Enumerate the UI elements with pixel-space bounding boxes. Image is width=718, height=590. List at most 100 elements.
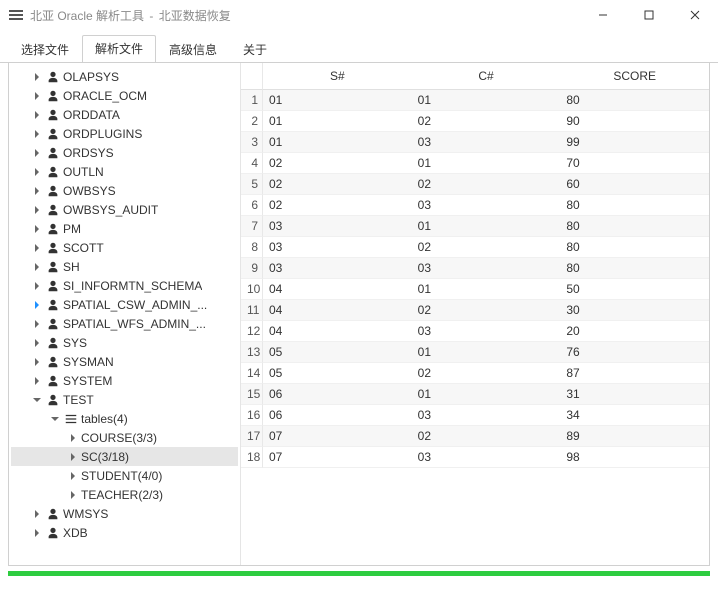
chevron-right-icon[interactable] (29, 110, 45, 120)
cell[interactable]: 03 (263, 216, 412, 237)
chevron-right-icon[interactable] (29, 72, 45, 82)
cell[interactable]: 02 (263, 195, 412, 216)
cell[interactable]: 01 (263, 132, 412, 153)
tree-item[interactable]: OUTLN (11, 162, 238, 181)
cell[interactable]: 03 (412, 132, 561, 153)
chevron-down-icon[interactable] (47, 414, 63, 424)
cell[interactable]: 02 (412, 174, 561, 195)
cell[interactable]: 04 (263, 300, 412, 321)
cell[interactable]: 01 (412, 384, 561, 405)
tree-item[interactable]: SYSTEM (11, 371, 238, 390)
cell[interactable]: 60 (560, 174, 709, 195)
cell[interactable]: 02 (263, 174, 412, 195)
cell[interactable]: 02 (412, 111, 561, 132)
minimize-button[interactable] (580, 0, 626, 30)
cell[interactable]: 76 (560, 342, 709, 363)
cell[interactable]: 02 (412, 300, 561, 321)
cell[interactable]: 07 (263, 426, 412, 447)
cell[interactable]: 01 (412, 153, 561, 174)
cell[interactable]: 01 (412, 279, 561, 300)
tree-item[interactable]: WMSYS (11, 504, 238, 523)
tree-item[interactable]: OLAPSYS (11, 67, 238, 86)
tree-item[interactable]: TEACHER(2/3) (11, 485, 238, 504)
chevron-right-icon[interactable] (29, 148, 45, 158)
tree-item[interactable]: ORDSYS (11, 143, 238, 162)
tree-item[interactable]: SCOTT (11, 238, 238, 257)
tree-item[interactable]: tables(4) (11, 409, 238, 428)
chevron-right-icon[interactable] (29, 300, 45, 310)
chevron-down-icon[interactable] (29, 395, 45, 405)
cell[interactable]: 80 (560, 195, 709, 216)
tree-item[interactable]: SC(3/18) (11, 447, 238, 466)
cell[interactable]: 02 (263, 153, 412, 174)
tree-item[interactable]: SPATIAL_WFS_ADMIN_... (11, 314, 238, 333)
tab-2[interactable]: 高级信息 (156, 36, 230, 63)
chevron-right-icon[interactable] (29, 281, 45, 291)
column-header[interactable]: S# (263, 63, 412, 90)
tree-item[interactable]: OWBSYS_AUDIT (11, 200, 238, 219)
tab-0[interactable]: 选择文件 (8, 36, 82, 63)
chevron-right-icon[interactable] (65, 433, 81, 443)
chevron-right-icon[interactable] (29, 224, 45, 234)
tree-item[interactable]: ORDDATA (11, 105, 238, 124)
cell[interactable]: 20 (560, 321, 709, 342)
cell[interactable]: 90 (560, 111, 709, 132)
cell[interactable]: 02 (412, 426, 561, 447)
tree-item[interactable]: TEST (11, 390, 238, 409)
cell[interactable]: 99 (560, 132, 709, 153)
cell[interactable]: 05 (263, 363, 412, 384)
cell[interactable]: 03 (263, 258, 412, 279)
tab-1[interactable]: 解析文件 (82, 35, 156, 63)
chevron-right-icon[interactable] (29, 338, 45, 348)
cell[interactable]: 30 (560, 300, 709, 321)
tree-item[interactable]: STUDENT(4/0) (11, 466, 238, 485)
cell[interactable]: 02 (412, 363, 561, 384)
column-header[interactable]: SCORE (560, 63, 709, 90)
tab-3[interactable]: 关于 (230, 36, 280, 63)
cell[interactable]: 03 (412, 405, 561, 426)
cell[interactable]: 04 (263, 279, 412, 300)
chevron-right-icon[interactable] (29, 528, 45, 538)
chevron-right-icon[interactable] (29, 376, 45, 386)
tree-item[interactable]: SPATIAL_CSW_ADMIN_... (11, 295, 238, 314)
chevron-right-icon[interactable] (29, 167, 45, 177)
tree-item[interactable]: PM (11, 219, 238, 238)
chevron-right-icon[interactable] (29, 129, 45, 139)
chevron-right-icon[interactable] (65, 452, 81, 462)
cell[interactable]: 34 (560, 405, 709, 426)
chevron-right-icon[interactable] (29, 319, 45, 329)
cell[interactable]: 31 (560, 384, 709, 405)
cell[interactable]: 50 (560, 279, 709, 300)
cell[interactable]: 04 (263, 321, 412, 342)
tree-item[interactable]: OWBSYS (11, 181, 238, 200)
cell[interactable]: 80 (560, 216, 709, 237)
tree-item[interactable]: ORDPLUGINS (11, 124, 238, 143)
cell[interactable]: 02 (412, 237, 561, 258)
cell[interactable]: 07 (263, 447, 412, 468)
chevron-right-icon[interactable] (29, 509, 45, 519)
chevron-right-icon[interactable] (29, 205, 45, 215)
cell[interactable]: 01 (412, 216, 561, 237)
tree-item[interactable]: SYS (11, 333, 238, 352)
chevron-right-icon[interactable] (29, 91, 45, 101)
chevron-right-icon[interactable] (29, 243, 45, 253)
tree-item[interactable]: SYSMAN (11, 352, 238, 371)
cell[interactable]: 01 (412, 342, 561, 363)
cell[interactable]: 01 (412, 90, 561, 111)
cell[interactable]: 80 (560, 237, 709, 258)
close-button[interactable] (672, 0, 718, 30)
cell[interactable]: 06 (263, 384, 412, 405)
cell[interactable]: 80 (560, 90, 709, 111)
tree-item[interactable]: SH (11, 257, 238, 276)
tree-item[interactable]: ORACLE_OCM (11, 86, 238, 105)
cell[interactable]: 03 (263, 237, 412, 258)
cell[interactable]: 05 (263, 342, 412, 363)
chevron-right-icon[interactable] (65, 490, 81, 500)
chevron-right-icon[interactable] (29, 262, 45, 272)
cell[interactable]: 98 (560, 447, 709, 468)
tree-item[interactable]: SI_INFORMTN_SCHEMA (11, 276, 238, 295)
column-header[interactable]: C# (412, 63, 561, 90)
cell[interactable]: 03 (412, 447, 561, 468)
chevron-right-icon[interactable] (29, 357, 45, 367)
cell[interactable]: 87 (560, 363, 709, 384)
